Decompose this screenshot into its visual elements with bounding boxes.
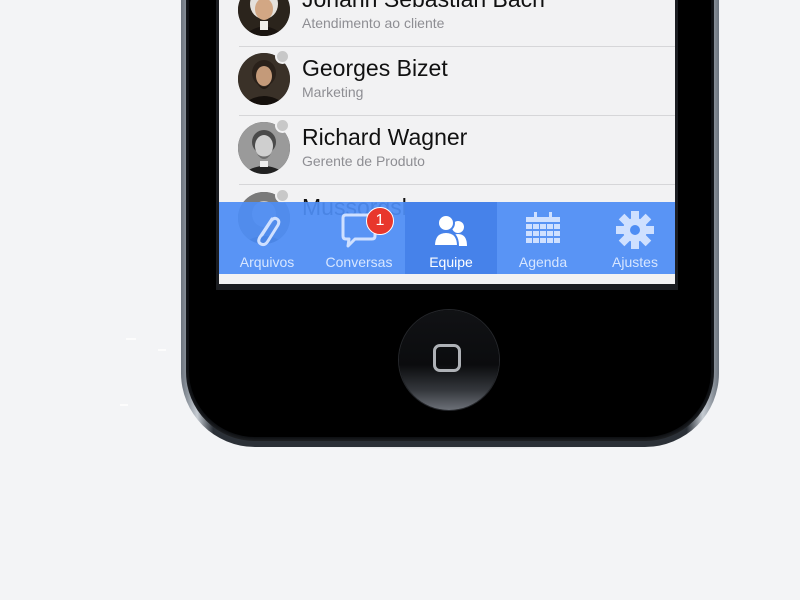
avatar [238, 0, 290, 36]
tab-label: Equipe [429, 254, 473, 270]
contact-name: Johann Sebastian Bach [302, 0, 545, 13]
gear-icon [616, 211, 654, 249]
contact-name: Georges Bizet [302, 55, 448, 81]
tab-label: Agenda [518, 254, 568, 270]
contact-row-bizet[interactable]: Georges Bizet Marketing [219, 46, 675, 116]
unread-badge: 1 [366, 207, 394, 235]
contact-role: Gerente de Produto [302, 153, 425, 169]
tab-bar: Arquivos Conversas Equipe Agenda Ajustes… [219, 202, 675, 274]
app-screen: Johann Sebastian Bach Atendimento ao cli… [219, 0, 675, 284]
calendar-icon [526, 212, 560, 243]
background-glare [120, 404, 128, 406]
presence-indicator [275, 118, 290, 133]
contact-role: Atendimento ao cliente [302, 15, 445, 31]
contact-role: Marketing [302, 84, 364, 100]
presence-indicator [275, 49, 290, 64]
contact-row-wagner[interactable]: Richard Wagner Gerente de Produto [219, 115, 675, 185]
tab-arquivos[interactable]: Arquivos [221, 202, 313, 274]
tab-equipe[interactable]: Equipe [405, 202, 497, 274]
background-glare [126, 338, 136, 340]
tab-ajustes[interactable]: Ajustes [589, 202, 675, 274]
presence-indicator [275, 188, 290, 203]
tab-agenda[interactable]: Agenda [497, 202, 589, 274]
contact-name: Richard Wagner [302, 124, 468, 150]
tab-label: Conversas [325, 254, 393, 270]
paperclip-icon [257, 216, 281, 247]
home-square-icon [433, 344, 461, 372]
tab-label: Arquivos [239, 254, 295, 270]
background-glare [158, 349, 166, 351]
team-icon [432, 214, 467, 247]
contact-row-bach[interactable]: Johann Sebastian Bach Atendimento ao cli… [219, 0, 675, 47]
tab-label: Ajustes [612, 254, 658, 270]
phone-screen: Johann Sebastian Bach Atendimento ao cli… [216, 0, 678, 290]
home-button[interactable] [399, 310, 499, 410]
